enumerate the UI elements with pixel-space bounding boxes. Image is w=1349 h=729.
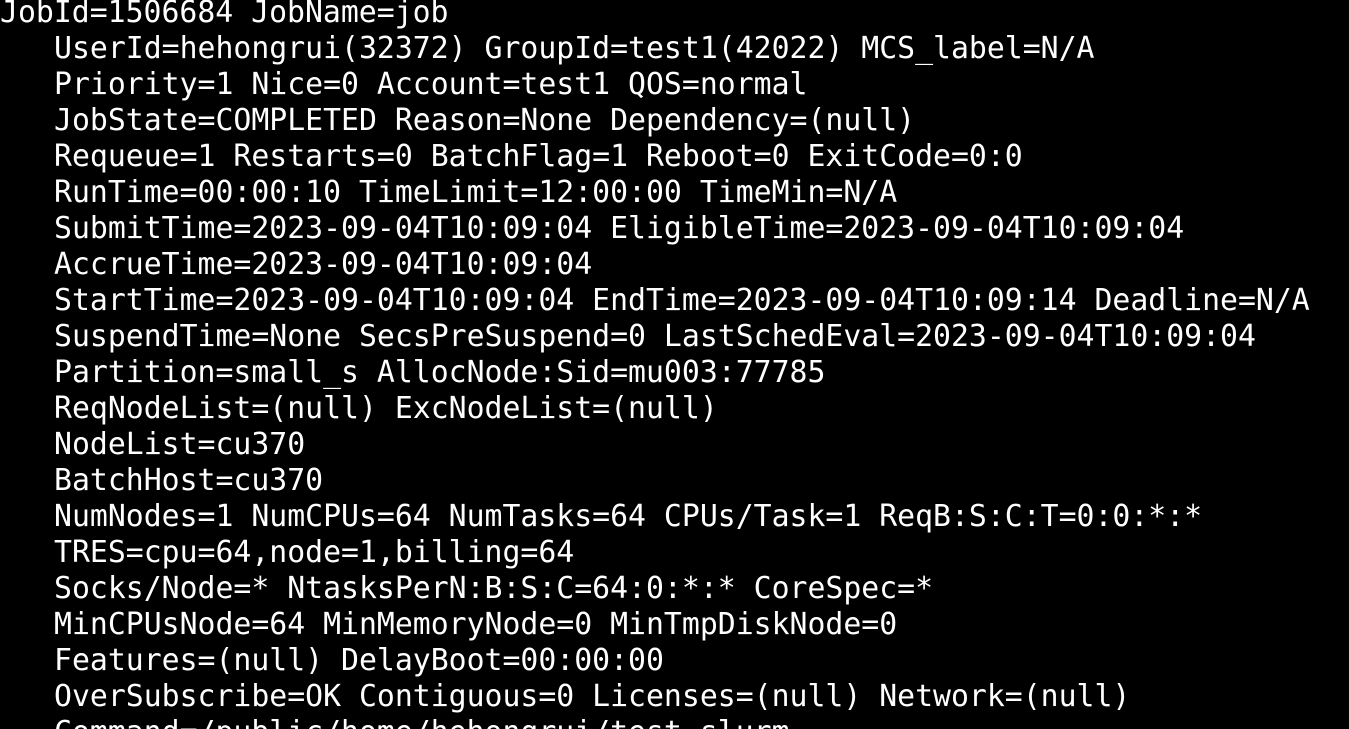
terminal-output[interactable]: JobId=1506684 JobName=job UserId=hehongr… [0, 0, 1349, 729]
terminal-line: UserId=hehongrui(32372) GroupId=test1(42… [54, 31, 1095, 66]
terminal-line: OverSubscribe=OK Contiguous=0 Licenses=(… [54, 679, 1131, 714]
terminal-line: Features=(null) DelayBoot=00:00:00 [54, 643, 664, 678]
terminal-line: ReqNodeList=(null) ExcNodeList=(null) [54, 391, 718, 426]
terminal-line: Partition=small_s AllocNode:Sid=mu003:77… [54, 355, 826, 390]
terminal-line: Requeue=1 Restarts=0 BatchFlag=1 Reboot=… [54, 139, 1023, 174]
terminal-line: JobId=1506684 JobName=job [0, 0, 449, 30]
terminal-line: StartTime=2023-09-04T10:09:04 EndTime=20… [54, 283, 1310, 318]
terminal-line: MinCPUsNode=64 MinMemoryNode=0 MinTmpDis… [54, 607, 898, 642]
terminal-line: Priority=1 Nice=0 Account=test1 QOS=norm… [54, 67, 808, 102]
terminal-line: TRES=cpu=64,node=1,billing=64 [54, 535, 575, 570]
terminal-line: RunTime=00:00:10 TimeLimit=12:00:00 Time… [54, 175, 898, 210]
terminal-line: NodeList=cu370 [54, 427, 306, 462]
terminal-line: SuspendTime=None SecsPreSuspend=0 LastSc… [54, 319, 1256, 354]
terminal-line: Socks/Node=* NtasksPerN:B:S:C=64:0:*:* C… [54, 571, 934, 606]
terminal-line: NumNodes=1 NumCPUs=64 NumTasks=64 CPUs/T… [54, 499, 1203, 534]
terminal-line: Command=/public/home/hehongrui/test_slur… [54, 715, 790, 729]
terminal-line: BatchHost=cu370 [54, 463, 324, 498]
terminal-line: AccrueTime=2023-09-04T10:09:04 [54, 247, 593, 282]
terminal-line: JobState=COMPLETED Reason=None Dependenc… [54, 103, 916, 138]
terminal-line: SubmitTime=2023-09-04T10:09:04 EligibleT… [54, 211, 1185, 246]
